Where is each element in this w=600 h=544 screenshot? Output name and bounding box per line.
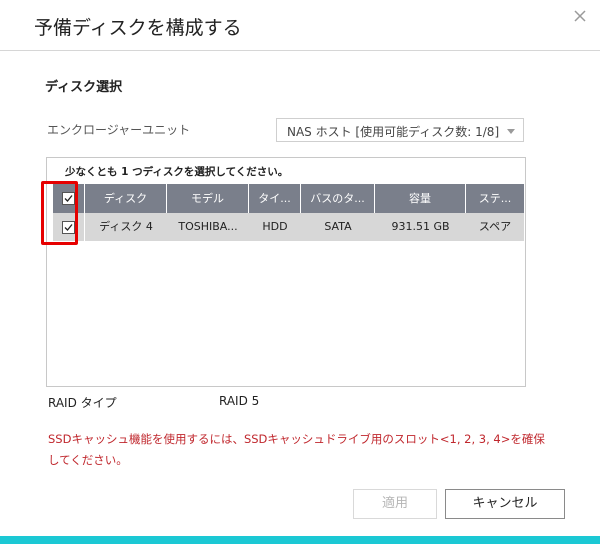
table-row[interactable]: ディスク 4 TOSHIBA... HDD SATA 931.51 GB スペア [85,213,524,241]
cell-model: TOSHIBA... [178,220,238,233]
column-header-disk[interactable]: ディスク [85,184,167,213]
column-header-status[interactable]: ステ... [466,184,524,213]
ssd-cache-warning: SSDキャッシュ機能を使用するには、SSDキャッシュドライブ用のスロット<1, … [48,432,545,467]
cell-bus-type: SATA [324,220,352,233]
enclosure-label: エンクロージャーユニット [47,123,191,137]
configure-spare-disk-dialog: 予備ディスクを構成する ディスク選択 エンクロージャーユニット NAS ホスト … [0,0,600,536]
cell-disk: ディスク 4 [99,220,153,233]
column-header-type[interactable]: タイ... [249,184,301,213]
cell-status: スペア [478,220,512,233]
bottom-accent-bar [0,536,600,544]
column-header-model[interactable]: モデル [167,184,249,213]
enclosure-select-value: NAS ホスト [使用可能ディスク数: 1/8] [287,125,500,139]
cell-type: HDD [262,220,288,233]
instruction-text: 少なくとも 1 つディスクを選択してください。 [65,166,289,178]
cancel-button[interactable]: キャンセル [445,489,565,519]
raid-type-label: RAID タイプ [48,396,117,410]
table-header: ディスク モデル タイ... バスのタ... 容量 ステ... [85,184,524,213]
close-icon[interactable] [570,6,590,26]
dialog-title-bar: 予備ディスクを構成する [0,0,600,51]
raid-type-value: RAID 5 [219,394,260,408]
chevron-down-icon [507,129,515,134]
column-header-capacity[interactable]: 容量 [375,184,466,213]
section-title: ディスク選択 [45,80,123,95]
dialog-title: 予備ディスクを構成する [34,17,242,39]
checkbox-highlight-annotation [41,181,78,245]
cell-capacity: 931.51 GB [391,220,450,233]
apply-button[interactable]: 適用 [353,489,437,519]
enclosure-select[interactable]: NAS ホスト [使用可能ディスク数: 1/8] [276,118,524,142]
column-header-bus-type[interactable]: バスのタ... [301,184,375,213]
disk-selection-panel: 少なくとも 1 つディスクを選択してください。 ディスク モデル タイ... バ… [46,157,526,387]
